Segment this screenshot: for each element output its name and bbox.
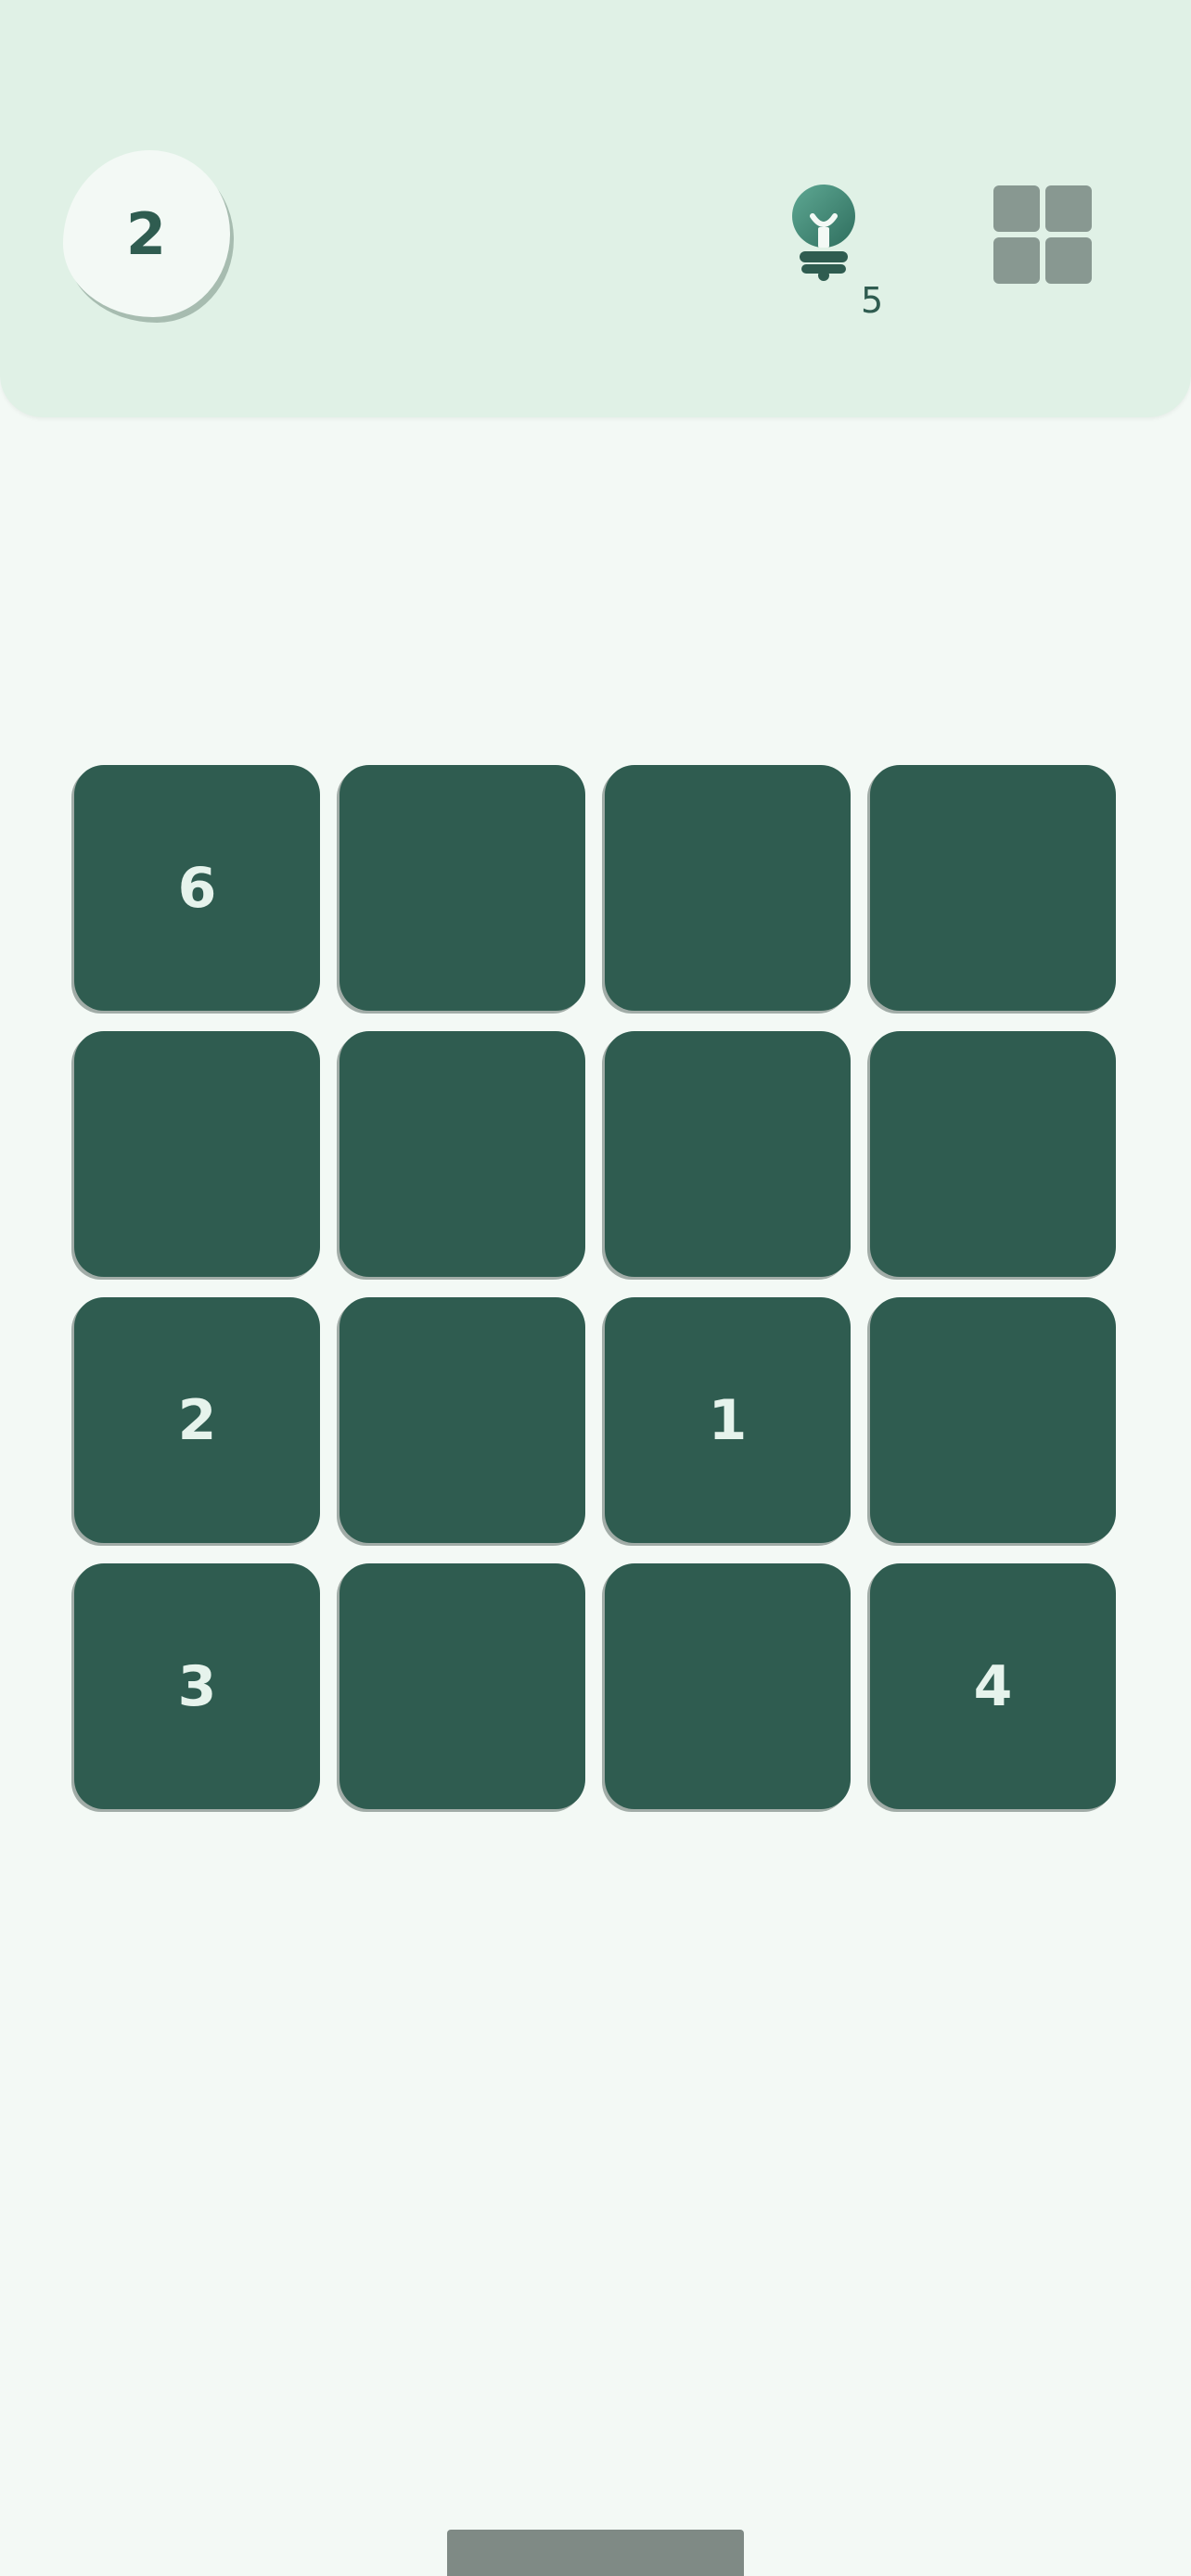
board-tile[interactable] (339, 765, 585, 1011)
grid-icon-cell (993, 185, 1040, 232)
board-tile[interactable] (339, 1563, 585, 1809)
board-tile[interactable] (605, 1031, 851, 1277)
board-tile[interactable]: 6 (74, 765, 320, 1011)
lightbulb-icon (792, 185, 855, 281)
board-tile[interactable] (339, 1031, 585, 1277)
board-tile[interactable] (870, 765, 1116, 1011)
board-tile[interactable] (605, 1563, 851, 1809)
board-tile[interactable] (74, 1031, 320, 1277)
tile-number: 1 (708, 1387, 748, 1453)
home-indicator (447, 2530, 744, 2576)
grid-icon-cell (1045, 185, 1092, 232)
board-tile[interactable]: 4 (870, 1563, 1116, 1809)
board-tile[interactable]: 2 (74, 1297, 320, 1543)
level-number: 2 (125, 199, 168, 268)
tile-number: 2 (177, 1387, 217, 1453)
board-tile[interactable] (870, 1031, 1116, 1277)
puzzle-board: 6 2 1 3 4 (74, 765, 1117, 1809)
header-bar: 2 5 (0, 0, 1191, 417)
grid-icon-cell (1045, 237, 1092, 284)
board-tile[interactable] (605, 765, 851, 1011)
board-tile[interactable]: 3 (74, 1563, 320, 1809)
grid-menu-button[interactable] (993, 185, 1094, 286)
tile-number: 4 (973, 1653, 1013, 1719)
hint-button[interactable]: 5 (787, 181, 889, 329)
level-badge[interactable]: 2 (63, 150, 230, 317)
board-tile[interactable]: 1 (605, 1297, 851, 1543)
grid-icon-cell (993, 237, 1040, 284)
board-tile[interactable] (339, 1297, 585, 1543)
tile-number: 6 (177, 855, 217, 921)
app-screen: 2 5 6 2 1 3 4 (0, 0, 1191, 2576)
hint-count: 5 (861, 280, 884, 321)
board-tile[interactable] (870, 1297, 1116, 1543)
tile-number: 3 (177, 1653, 217, 1719)
